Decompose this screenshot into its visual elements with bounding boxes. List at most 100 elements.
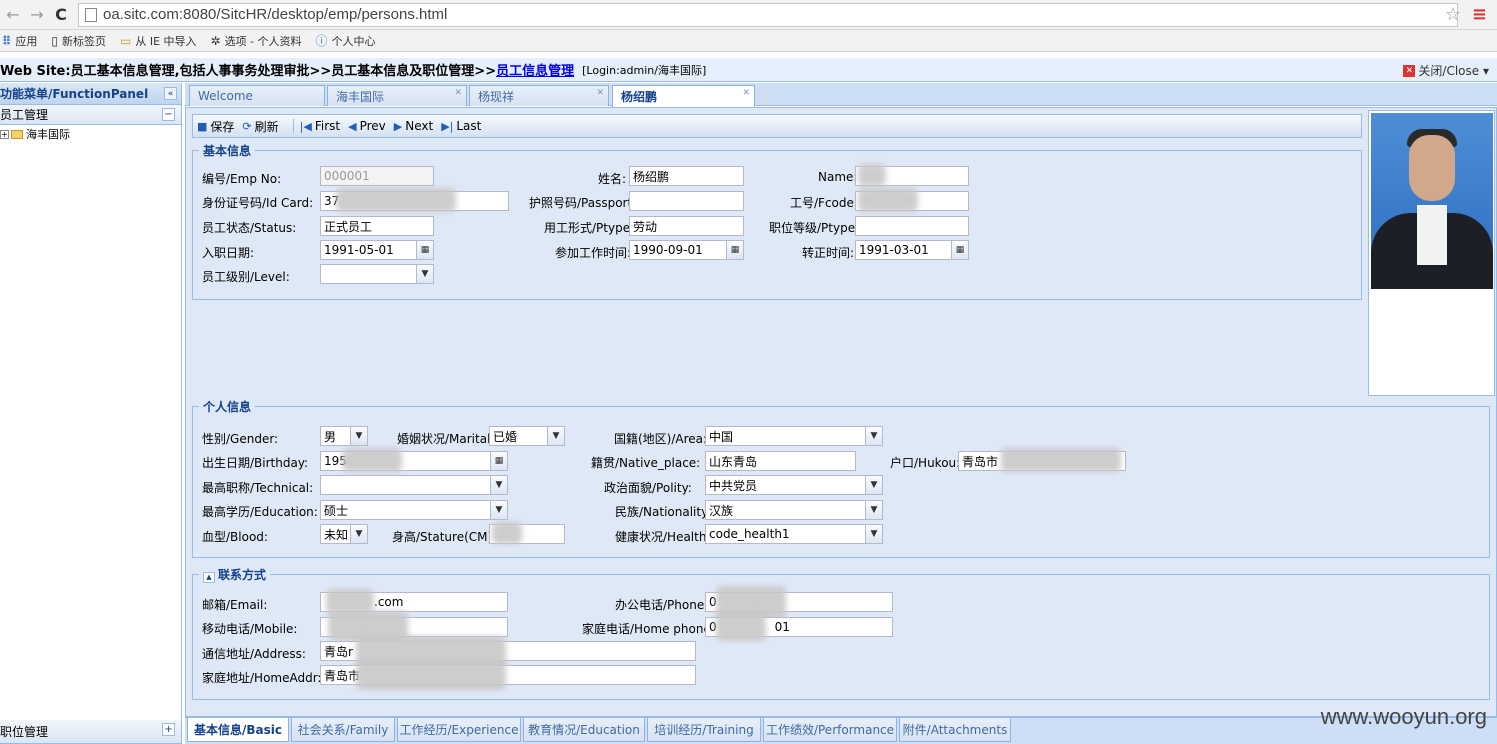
collapse-panel-icon[interactable]: « [164, 87, 177, 100]
status-label: 员工状态/Status: [202, 221, 297, 235]
area-select[interactable]: 中国 ▼ [705, 426, 883, 446]
save-button[interactable]: ■ 保存 [197, 118, 234, 135]
close-tab-icon[interactable]: ✕ [596, 88, 604, 98]
collapse-icon[interactable]: ▲ [203, 572, 215, 583]
tab-attachments[interactable]: 附件/Attachments [899, 718, 1011, 742]
form-toolbar: ■ 保存 ⟳ 刷新 |◀ First ◀ Prev ▶ Next ▶| Last [192, 114, 1362, 138]
tab-family[interactable]: 社会关系/Family [291, 718, 395, 742]
chevron-down-icon[interactable]: ▼ [547, 427, 564, 445]
ptype-label: 用工形式/Ptype: [544, 221, 635, 235]
folder-icon: ▭ [119, 33, 132, 48]
level-select[interactable]: ▼ [320, 264, 434, 284]
calendar-icon[interactable]: ▦ [416, 241, 433, 259]
name-en-label: Name: [818, 170, 858, 184]
reload-icon[interactable]: C [50, 4, 72, 26]
regular-date-field[interactable]: 1991-03-01 ▦ [855, 240, 969, 260]
calendar-icon[interactable]: ▦ [490, 452, 507, 470]
refresh-button[interactable]: ⟳ 刷新 [242, 118, 278, 135]
phone-label: 办公电话/Phone: [615, 598, 709, 612]
stature-label: 身高/Stature(CM): [392, 530, 497, 544]
birthday-label: 出生日期/Birthday: [202, 456, 309, 470]
tab-employee-2[interactable]: 杨绍鹏 ✕ [612, 85, 755, 107]
apps-icon: ⠿ [2, 33, 12, 48]
last-button[interactable]: ▶| Last [441, 119, 481, 133]
chevron-down-icon[interactable]: ▼ [350, 427, 367, 445]
nationality-select[interactable]: 汉族 ▼ [705, 500, 883, 520]
hire-date-field[interactable]: 1991-05-01 ▦ [320, 240, 434, 260]
browser-menu-icon[interactable]: ≡ [1472, 4, 1487, 25]
minus-icon[interactable]: − [162, 108, 175, 121]
calendar-icon[interactable]: ▦ [726, 241, 743, 259]
bookmark-personal[interactable]: ⓘ 个人中心 [316, 32, 376, 49]
bookmark-ie-import[interactable]: ▭ 从 IE 中导入 [120, 33, 197, 49]
chevron-down-icon[interactable]: ▼ [416, 265, 433, 283]
health-select[interactable]: code_health1 ▼ [705, 524, 883, 544]
calendar-icon[interactable]: ▦ [951, 241, 968, 259]
contact-legend[interactable]: ▲ 联系方式 [199, 566, 270, 583]
native-field[interactable]: 山东青岛 [705, 451, 856, 471]
passport-field[interactable] [629, 191, 744, 211]
prev-icon: ◀ [348, 119, 357, 133]
bookmark-newtab[interactable]: ▯ 新标签页 [51, 33, 106, 49]
polity-select[interactable]: 中共党员 ▼ [705, 475, 883, 495]
chevron-down-icon[interactable]: ▼ [865, 525, 882, 543]
url-input[interactable]: oa.sitc.com:8080/SitcHR/desktop/emp/pers… [78, 2, 1458, 27]
emp-no-field[interactable]: 000001 [320, 166, 434, 186]
chevron-down-icon[interactable]: ▼ [865, 427, 882, 445]
technical-label: 最高职称/Technical: [202, 481, 314, 495]
breadcrumb-link[interactable]: 员工信息管理 [496, 64, 574, 79]
employee-photo[interactable] [1368, 110, 1495, 396]
name-cn-label: 姓名: [598, 172, 627, 186]
chevron-down-icon[interactable]: ▼ [490, 476, 507, 494]
work-date-field[interactable]: 1990-09-01 ▦ [629, 240, 744, 260]
photo-image [1371, 113, 1493, 289]
bookmarks-bar: ⠿ 应用 ▯ 新标签页 ▭ 从 IE 中导入 ✲ 选项 - 个人资料 ⓘ 个人中心 [0, 30, 1497, 52]
prev-button[interactable]: ◀ Prev [348, 119, 386, 133]
ptype2-field[interactable] [855, 216, 969, 236]
tab-performance[interactable]: 工作绩效/Performance [763, 718, 897, 742]
status-field[interactable]: 正式员工 [320, 216, 434, 236]
close-button[interactable]: ✕ 关闭/Close ▾ [1403, 62, 1489, 79]
health-label: 健康状况/Health: [615, 530, 711, 544]
accordion-position-management[interactable]: 职位管理 + [0, 720, 181, 744]
tab-basic[interactable]: 基本信息/Basic [187, 718, 289, 742]
back-icon[interactable]: ← [2, 4, 24, 26]
expand-icon[interactable]: + [0, 129, 9, 139]
plus-icon[interactable]: + [162, 723, 175, 736]
chevron-down-icon[interactable]: ▼ [350, 525, 367, 543]
blood-select[interactable]: 未知 ▼ [320, 524, 368, 544]
close-tab-icon[interactable]: ✕ [454, 88, 462, 98]
watermark: www.wooyun.org [1320, 704, 1487, 729]
tab-company[interactable]: 海丰国际 ✕ [327, 85, 467, 106]
emp-no-label: 编号/Emp No: [202, 172, 282, 186]
login-info: [Login:admin/海丰国际] [582, 63, 707, 77]
tab-employee-1[interactable]: 杨现祥 ✕ [469, 85, 609, 106]
forward-icon[interactable]: → [26, 4, 48, 26]
next-button[interactable]: ▶ Next [394, 119, 433, 133]
tab-education[interactable]: 教育情况/Education [523, 718, 645, 742]
tab-training[interactable]: 培训经历/Training [647, 718, 761, 742]
bookmark-apps[interactable]: ⠿ 应用 [0, 33, 37, 49]
tab-strip: Welcome 海丰国际 ✕ 杨现祥 ✕ 杨绍鹏 ✕ [185, 83, 1497, 107]
education-select[interactable]: 硕士 ▼ [320, 500, 508, 520]
accordion-employee-management[interactable]: 员工管理 − [0, 105, 181, 125]
mobile-label: 移动电话/Mobile: [202, 622, 298, 636]
page-icon: ▯ [51, 33, 58, 48]
marital-select[interactable]: 已婚 ▼ [489, 426, 565, 446]
ptype-field[interactable]: 劳动 [629, 216, 744, 236]
first-button[interactable]: |◀ First [300, 119, 340, 133]
name-cn-field[interactable]: 杨绍鹏 [629, 166, 744, 186]
gender-select[interactable]: 男 ▼ [320, 426, 368, 446]
close-tab-icon[interactable]: ✕ [742, 88, 750, 98]
tab-welcome[interactable]: Welcome [189, 85, 325, 106]
technical-select[interactable]: ▼ [320, 475, 508, 495]
address-label: 通信地址/Address: [202, 647, 306, 661]
chevron-down-icon[interactable]: ▼ [865, 476, 882, 494]
tree-node-company[interactable]: + 海丰国际 [0, 125, 181, 143]
bookmark-options[interactable]: ✲ 选项 - 个人资料 [211, 33, 302, 49]
chevron-down-icon[interactable]: ▼ [490, 501, 507, 519]
bookmark-star-icon[interactable]: ☆ [1445, 4, 1461, 25]
level-label: 员工级别/Level: [202, 270, 290, 284]
chevron-down-icon[interactable]: ▼ [865, 501, 882, 519]
tab-experience[interactable]: 工作经历/Experience [397, 718, 521, 742]
